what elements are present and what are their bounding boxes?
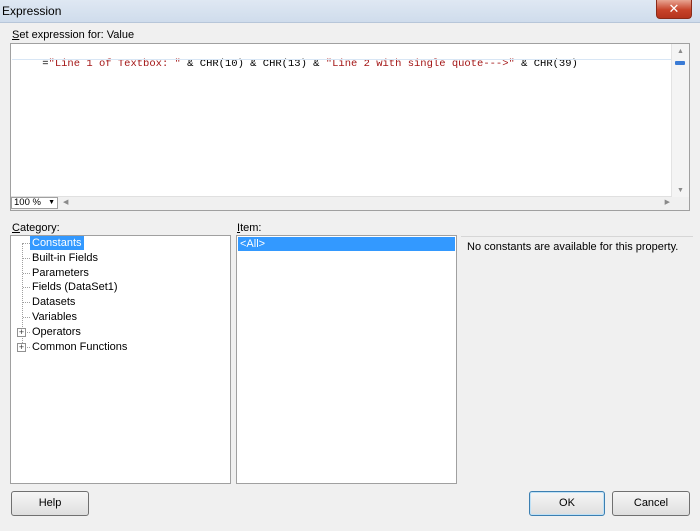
expression-editor[interactable]: ="Line 1 of Textbox: " & CHR(10) & CHR(1… <box>10 43 690 211</box>
expand-plus-icon[interactable]: + <box>17 328 26 337</box>
tree-item-fields-dataset1[interactable]: Fields (DataSet1) <box>30 280 120 294</box>
expression-text[interactable]: ="Line 1 of Textbox: " & CHR(10) & CHR(1… <box>17 46 578 82</box>
description-text: No constants are available for this prop… <box>467 241 679 253</box>
scroll-left-icon[interactable]: ◀ <box>63 198 68 206</box>
tree-connector <box>23 273 30 274</box>
category-label: Category: <box>12 222 60 234</box>
item-list[interactable]: <All> <box>236 235 457 484</box>
scroll-right-icon[interactable]: ▶ <box>665 198 670 206</box>
chevron-down-icon: ▼ <box>48 199 55 206</box>
window-title: Expression <box>2 4 62 18</box>
cancel-button[interactable]: Cancel <box>612 491 690 516</box>
tree-connector <box>23 287 30 288</box>
zoom-select[interactable]: 100 % ▼ <box>11 197 58 209</box>
tree-connector <box>23 302 30 303</box>
expand-plus-icon[interactable]: + <box>17 343 26 352</box>
editor-status-bar: 100 % ▼ ◀ ▶ <box>11 196 672 210</box>
tree-item-datasets[interactable]: Datasets <box>30 295 77 309</box>
title-bar: Expression ✕ <box>0 0 700 23</box>
help-button[interactable]: Help <box>11 491 89 516</box>
tree-item-built-in-fields[interactable]: Built-in Fields <box>30 251 100 265</box>
close-button[interactable]: ✕ <box>656 0 692 19</box>
tree-item-parameters[interactable]: Parameters <box>30 266 91 280</box>
description-panel: No constants are available for this prop… <box>461 236 693 485</box>
item-label: Item: <box>237 222 262 234</box>
tree-item-common-functions[interactable]: Common Functions <box>30 340 129 354</box>
tree-connector <box>23 317 30 318</box>
tree-item-variables[interactable]: Variables <box>30 310 79 324</box>
scrollbar-corner <box>672 197 689 210</box>
tree-connector <box>23 243 30 244</box>
tree-connector <box>23 258 30 259</box>
close-icon: ✕ <box>668 1 680 16</box>
ok-button[interactable]: OK <box>529 491 605 516</box>
current-line-highlight <box>12 59 671 60</box>
list-item-all[interactable]: <All> <box>238 237 455 251</box>
tree-item-operators[interactable]: Operators <box>30 325 83 339</box>
zoom-value: 100 % <box>14 197 41 208</box>
category-tree[interactable]: Constants Built-in Fields Parameters Fie… <box>10 235 231 484</box>
scroll-up-icon[interactable]: ▲ <box>672 44 689 60</box>
tree-item-constants[interactable]: Constants <box>30 236 84 250</box>
vertical-scrollbar[interactable]: ▲ ▼ <box>671 44 689 199</box>
scroll-thumb[interactable] <box>675 61 685 65</box>
set-expression-label: Set expression for: Value <box>12 29 135 41</box>
